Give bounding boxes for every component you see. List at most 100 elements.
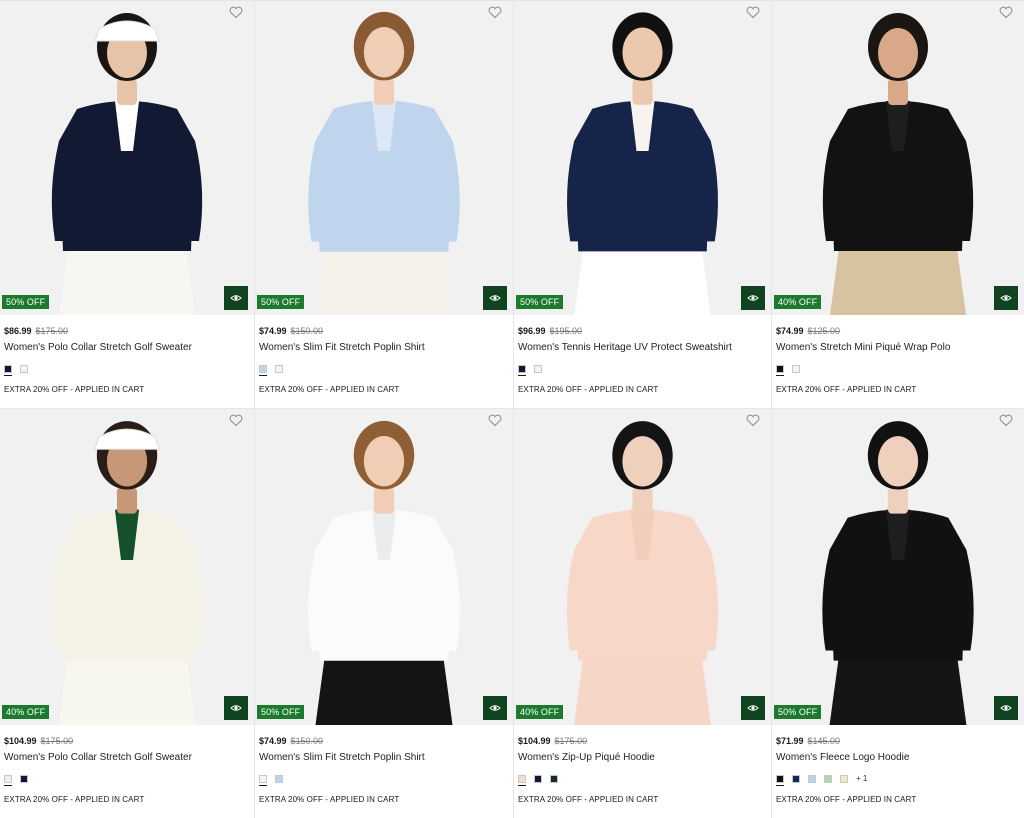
promo-text: EXTRA 20% OFF - APPLIED IN CART bbox=[776, 385, 917, 394]
promo-text: EXTRA 20% OFF - APPLIED IN CART bbox=[259, 795, 400, 804]
promo-text: EXTRA 20% OFF - APPLIED IN CART bbox=[4, 385, 145, 394]
color-swatch[interactable] bbox=[259, 775, 267, 786]
color-swatches bbox=[518, 363, 767, 376]
model-photo bbox=[0, 409, 254, 725]
heart-icon[interactable] bbox=[745, 412, 761, 428]
color-swatch[interactable] bbox=[776, 365, 784, 376]
promo-text: EXTRA 20% OFF - APPLIED IN CART bbox=[518, 795, 659, 804]
color-swatches bbox=[776, 363, 1020, 376]
color-swatch[interactable] bbox=[275, 365, 283, 373]
color-swatch[interactable] bbox=[259, 365, 267, 376]
product-card[interactable]: 40% OFF $104.99 $175.00 Women's Zip-Up P… bbox=[514, 409, 772, 818]
product-card[interactable]: 50% OFF $74.99 $150.00 Women's Slim Fit … bbox=[255, 409, 514, 818]
color-swatch[interactable] bbox=[550, 775, 558, 783]
color-swatch[interactable] bbox=[4, 775, 12, 786]
quick-view-button[interactable] bbox=[994, 286, 1018, 310]
heart-icon[interactable] bbox=[487, 412, 503, 428]
quick-view-button[interactable] bbox=[741, 696, 765, 720]
color-swatch[interactable] bbox=[792, 365, 800, 373]
color-swatches bbox=[259, 773, 509, 786]
model-photo bbox=[0, 1, 254, 315]
product-image[interactable]: 50% OFF bbox=[0, 1, 254, 315]
model-photo bbox=[255, 1, 513, 315]
color-swatch[interactable] bbox=[518, 775, 526, 786]
product-image[interactable]: 50% OFF bbox=[255, 409, 513, 725]
promo-text: EXTRA 20% OFF - APPLIED IN CART bbox=[518, 385, 659, 394]
price-row: $96.99 $195.00 bbox=[518, 324, 767, 338]
color-swatches bbox=[518, 773, 767, 786]
promo-text: EXTRA 20% OFF - APPLIED IN CART bbox=[4, 795, 145, 804]
quick-view-button[interactable] bbox=[224, 286, 248, 310]
promo-text: EXTRA 20% OFF - APPLIED IN CART bbox=[259, 385, 400, 394]
product-name[interactable]: Women's Tennis Heritage UV Protect Sweat… bbox=[518, 341, 767, 355]
quick-view-button[interactable] bbox=[483, 696, 507, 720]
color-swatch[interactable] bbox=[4, 365, 12, 376]
product-card[interactable]: 50% OFF $71.99 $145.00 Women's Fleece Lo… bbox=[772, 409, 1024, 818]
product-card[interactable]: 40% OFF $74.99 $125.00 Women's Stretch M… bbox=[772, 1, 1024, 409]
product-image[interactable]: 40% OFF bbox=[772, 1, 1024, 315]
product-name[interactable]: Women's Fleece Logo Hoodie bbox=[776, 751, 1020, 765]
model-photo bbox=[772, 409, 1024, 725]
quick-view-button[interactable] bbox=[483, 286, 507, 310]
product-image[interactable]: 40% OFF bbox=[514, 409, 771, 725]
heart-icon[interactable] bbox=[228, 4, 244, 20]
product-info: $104.99 $175.00 Women's Polo Collar Stre… bbox=[0, 725, 254, 805]
product-info: $74.99 $125.00 Women's Stretch Mini Piqu… bbox=[772, 315, 1024, 395]
quick-view-button[interactable] bbox=[741, 286, 765, 310]
quick-view-button[interactable] bbox=[994, 696, 1018, 720]
price-row: $86.99 $175.00 bbox=[4, 324, 250, 338]
product-name[interactable]: Women's Polo Collar Stretch Golf Sweater bbox=[4, 341, 250, 355]
sale-price: $96.99 bbox=[518, 326, 546, 336]
product-card[interactable]: 50% OFF $74.99 $150.00 Women's Slim Fit … bbox=[255, 1, 514, 409]
color-swatch[interactable] bbox=[792, 775, 800, 783]
heart-icon[interactable] bbox=[998, 412, 1014, 428]
color-swatch[interactable] bbox=[824, 775, 832, 783]
color-swatches bbox=[259, 363, 509, 376]
color-swatch[interactable] bbox=[808, 775, 816, 783]
sale-price: $86.99 bbox=[4, 326, 32, 336]
color-swatch[interactable] bbox=[776, 775, 784, 786]
original-price: $150.00 bbox=[290, 326, 324, 336]
product-image[interactable]: 50% OFF bbox=[772, 409, 1024, 725]
color-swatch[interactable] bbox=[534, 365, 542, 373]
model-photo bbox=[514, 409, 771, 725]
model-photo bbox=[514, 1, 771, 315]
original-price: $175.00 bbox=[35, 326, 69, 336]
product-name[interactable]: Women's Slim Fit Stretch Poplin Shirt bbox=[259, 341, 509, 355]
sale-price: $74.99 bbox=[776, 326, 804, 336]
color-swatch[interactable] bbox=[534, 775, 542, 783]
original-price: $145.00 bbox=[807, 736, 841, 746]
sale-price: $74.99 bbox=[259, 326, 287, 336]
discount-badge: 50% OFF bbox=[516, 295, 564, 309]
product-card[interactable]: 40% OFF $104.99 $175.00 Women's Polo Col… bbox=[0, 409, 255, 818]
color-swatch[interactable] bbox=[840, 775, 848, 783]
product-info: $86.99 $175.00 Women's Polo Collar Stret… bbox=[0, 315, 254, 395]
product-name[interactable]: Women's Stretch Mini Piqué Wrap Polo bbox=[776, 341, 1020, 355]
original-price: $175.00 bbox=[554, 736, 588, 746]
product-image[interactable]: 50% OFF bbox=[255, 1, 513, 315]
eye-icon bbox=[230, 295, 242, 301]
heart-icon[interactable] bbox=[998, 4, 1014, 20]
color-swatch[interactable] bbox=[20, 365, 28, 373]
product-image[interactable]: 50% OFF bbox=[514, 1, 771, 315]
product-card[interactable]: 50% OFF $96.99 $195.00 Women's Tennis He… bbox=[514, 1, 772, 409]
product-info: $71.99 $145.00 Women's Fleece Logo Hoodi… bbox=[772, 725, 1024, 805]
promo-text: EXTRA 20% OFF - APPLIED IN CART bbox=[776, 795, 917, 804]
heart-icon[interactable] bbox=[228, 412, 244, 428]
color-swatch[interactable] bbox=[275, 775, 283, 783]
product-name[interactable]: Women's Zip-Up Piqué Hoodie bbox=[518, 751, 767, 765]
color-swatch[interactable] bbox=[518, 365, 526, 376]
eye-icon bbox=[747, 295, 759, 301]
heart-icon[interactable] bbox=[487, 4, 503, 20]
quick-view-button[interactable] bbox=[224, 696, 248, 720]
more-colors-link[interactable]: + 1 bbox=[856, 774, 867, 784]
product-card[interactable]: 50% OFF $86.99 $175.00 Women's Polo Coll… bbox=[0, 1, 255, 409]
heart-icon[interactable] bbox=[745, 4, 761, 20]
price-row: $104.99 $175.00 bbox=[518, 734, 767, 748]
product-name[interactable]: Women's Slim Fit Stretch Poplin Shirt bbox=[259, 751, 509, 765]
color-swatch[interactable] bbox=[20, 775, 28, 783]
model-photo bbox=[255, 409, 513, 725]
product-name[interactable]: Women's Polo Collar Stretch Golf Sweater bbox=[4, 751, 250, 765]
product-image[interactable]: 40% OFF bbox=[0, 409, 254, 725]
sale-price: $104.99 bbox=[4, 736, 37, 746]
